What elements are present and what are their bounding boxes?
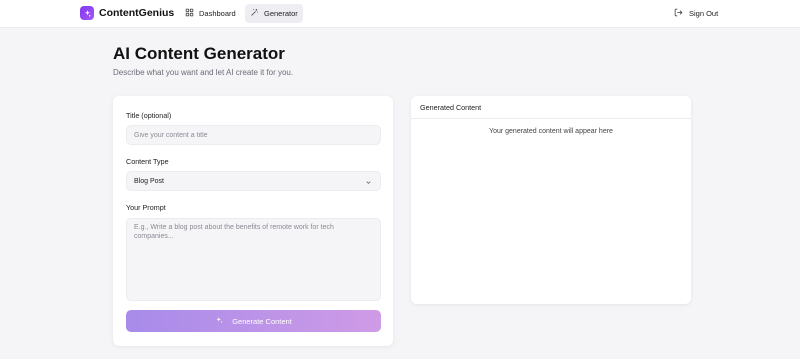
content-type-value: Blog Post [134, 177, 164, 185]
content-type-select[interactable]: Blog Post [126, 171, 381, 191]
generated-content-header: Generated Content [411, 96, 691, 119]
brand[interactable]: ContentGenius [80, 6, 174, 20]
grid-icon [185, 8, 199, 19]
sign-out-button[interactable]: Sign Out [674, 4, 718, 23]
brand-name: ContentGenius [99, 7, 175, 19]
title-input[interactable] [126, 125, 381, 145]
generated-content-card: Generated Content Your generated content… [411, 96, 691, 304]
sign-out-label: Sign Out [689, 9, 719, 18]
chevron-down-icon [365, 179, 372, 188]
logout-icon [674, 8, 689, 19]
generator-form-card: Title (optional) Content Type Blog Post … [113, 96, 393, 346]
nav-dashboard[interactable]: Dashboard [180, 4, 241, 23]
page-subtitle: Describe what you want and let AI create… [113, 68, 294, 77]
generate-content-button[interactable]: Generate Content [126, 310, 381, 332]
top-navbar: ContentGenius Dashboard Generator Sign O… [0, 0, 800, 28]
prompt-textarea[interactable] [126, 218, 381, 301]
content-type-label: Content Type [126, 157, 169, 166]
nav-generator-label: Generator [264, 9, 298, 18]
page-title: AI Content Generator [113, 44, 285, 63]
prompt-label: Your Prompt [126, 203, 166, 212]
nav-dashboard-label: Dashboard [199, 9, 236, 18]
nav-generator[interactable]: Generator [245, 4, 303, 23]
title-label: Title (optional) [126, 111, 172, 120]
sparkle-icon [215, 316, 232, 327]
sparkle-icon [80, 6, 94, 20]
generate-content-label: Generate Content [232, 316, 292, 326]
magic-wand-icon [250, 8, 264, 19]
empty-state-text: Your generated content will appear here [489, 128, 613, 135]
